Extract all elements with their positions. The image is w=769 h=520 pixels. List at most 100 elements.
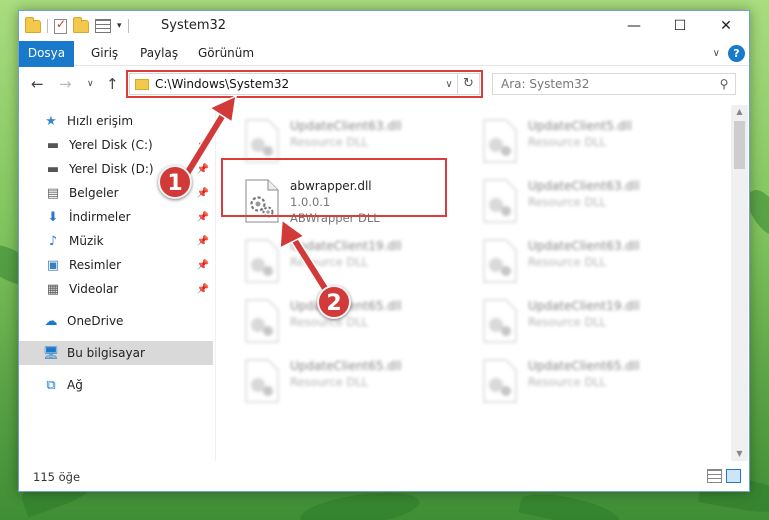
- file-item[interactable]: UpdateClient19.dll Resource DLL: [478, 295, 708, 347]
- pin-icon[interactable]: 📌: [197, 140, 209, 151]
- file-item[interactable]: UpdateClient65.dll Resource DLL: [240, 355, 470, 407]
- quick-access-toolbar: ▾: [25, 16, 129, 35]
- pin-icon[interactable]: 📌: [197, 284, 209, 295]
- sidebar-item-label: OneDrive: [67, 314, 124, 328]
- properties-icon[interactable]: [95, 19, 111, 33]
- file-item[interactable]: UpdateClient5.dll Resource DLL: [478, 115, 708, 167]
- file-item[interactable]: UpdateClient63.dll Resource DLL: [478, 235, 708, 287]
- cloud-icon: ☁: [44, 313, 58, 329]
- title-bar: ▾ System32 — ☐ ✕: [19, 11, 749, 41]
- dll-file-icon: [245, 119, 279, 163]
- pin-icon[interactable]: 📌: [197, 260, 209, 271]
- dll-file-icon: [483, 359, 517, 403]
- help-icon[interactable]: ?: [728, 45, 745, 62]
- file-name: UpdateClient63.dll: [528, 179, 640, 193]
- sidebar-item-quick-access[interactable]: ★ Hızlı erişim: [19, 109, 213, 133]
- pin-icon[interactable]: 📌: [197, 164, 209, 175]
- dll-file-icon: [483, 299, 517, 343]
- sidebar-item-pictures[interactable]: ▣ Resimler 📌: [19, 253, 213, 277]
- sidebar-item-label: Resimler: [69, 258, 122, 272]
- new-folder-icon[interactable]: [73, 16, 89, 33]
- dll-file-icon: [483, 179, 517, 223]
- scroll-down-icon[interactable]: ▼: [731, 447, 748, 461]
- tab-view[interactable]: Görünüm: [198, 41, 254, 66]
- back-arrow-icon[interactable]: ←: [31, 75, 44, 93]
- highlighted-file-box: [221, 158, 447, 217]
- file-description: Resource DLL: [528, 195, 607, 209]
- sidebar-item-label: İndirmeler: [69, 210, 131, 224]
- step-2-badge: 2: [317, 285, 351, 319]
- maximize-button[interactable]: ☐: [657, 11, 703, 41]
- minimize-button[interactable]: —: [611, 11, 657, 41]
- file-description: Resource DLL: [528, 255, 607, 269]
- sidebar-item-label: Bu bilgisayar: [67, 346, 145, 360]
- sidebar-item-label: Ağ: [67, 378, 83, 392]
- file-item[interactable]: UpdateClient65.dll Resource DLL: [240, 295, 470, 347]
- forward-arrow-icon[interactable]: →: [59, 75, 72, 93]
- file-description: Resource DLL: [290, 255, 369, 269]
- file-name: UpdateClient65.dll: [528, 359, 640, 373]
- up-arrow-icon[interactable]: ↑: [106, 75, 119, 93]
- tab-home[interactable]: Giriş: [91, 41, 118, 66]
- sidebar-item-music[interactable]: ♪ Müzik 📌: [19, 229, 213, 253]
- ribbon-tabs: Dosya Giriş Paylaş Görünüm ∨ ?: [19, 41, 749, 93]
- file-name: UpdateClient63.dll: [290, 119, 402, 133]
- pin-icon[interactable]: 📌: [197, 188, 209, 199]
- recent-locations-icon[interactable]: ∨: [87, 79, 94, 89]
- dll-file-icon: [245, 299, 279, 343]
- toolbar-divider: [127, 19, 129, 33]
- videos-icon: ▦: [46, 281, 60, 297]
- customize-toolbar-dropdown-icon[interactable]: ▾: [117, 21, 122, 31]
- close-button[interactable]: ✕: [703, 11, 749, 41]
- sidebar-item-label: Hızlı erişim: [67, 114, 134, 128]
- sidebar-item-videos[interactable]: ▦ Videolar 📌: [19, 277, 213, 301]
- sidebar-item-label: Müzik: [69, 234, 104, 248]
- item-count: 115 öğe: [33, 470, 81, 484]
- file-description: Resource DLL: [528, 135, 607, 149]
- properties-check-icon[interactable]: [54, 17, 67, 34]
- file-item[interactable]: UpdateClient19.dll Resource DLL: [240, 235, 470, 287]
- tab-share[interactable]: Paylaş: [140, 41, 178, 66]
- navigation-bar: ← → ∨ ↑ C:\Windows\System32 ∨ ↻ Ara: Sys…: [19, 67, 749, 101]
- drive-icon: ▬: [46, 137, 60, 153]
- sidebar-item-onedrive[interactable]: ☁ OneDrive: [19, 309, 213, 333]
- status-bar: 115 öğe: [19, 463, 749, 491]
- sidebar-item-this-pc[interactable]: 🖥 Bu bilgisayar: [19, 341, 213, 365]
- pane-divider[interactable]: [215, 105, 216, 461]
- navigation-pane: ★ Hızlı erişim ▬ Yerel Disk (C:) 📌 ▬ Yer…: [19, 105, 215, 461]
- large-icons-view-icon[interactable]: [726, 469, 741, 483]
- pin-icon[interactable]: 📌: [197, 212, 209, 223]
- dll-file-icon: [245, 359, 279, 403]
- file-explorer-window: ▾ System32 — ☐ ✕ Dosya Giriş Paylaş Görü…: [18, 10, 750, 492]
- search-icon[interactable]: ⚲: [713, 77, 735, 91]
- sidebar-item-label: Belgeler: [69, 186, 119, 200]
- pin-icon[interactable]: 📌: [197, 236, 209, 247]
- window-title: System32: [161, 18, 227, 33]
- scroll-up-icon[interactable]: ▲: [731, 105, 748, 119]
- file-item[interactable]: UpdateClient65.dll Resource DLL: [478, 355, 708, 407]
- file-item[interactable]: UpdateClient63.dll Resource DLL: [478, 175, 708, 227]
- sidebar-item-downloads[interactable]: ⬇ İndirmeler 📌: [19, 205, 213, 229]
- music-icon: ♪: [48, 233, 58, 249]
- drive-icon: ▬: [46, 161, 60, 177]
- file-name: UpdateClient19.dll: [290, 239, 402, 253]
- dll-file-icon: [483, 239, 517, 283]
- details-view-icon[interactable]: [707, 469, 722, 483]
- file-name: UpdateClient65.dll: [290, 359, 402, 373]
- file-description: Resource DLL: [290, 135, 369, 149]
- scrollbar-thumb[interactable]: [734, 121, 745, 169]
- dll-file-icon: [245, 239, 279, 283]
- toolbar-divider: [47, 19, 48, 33]
- sidebar-item-local-disk-c[interactable]: ▬ Yerel Disk (C:) 📌: [19, 133, 213, 157]
- network-icon: ⧉: [46, 377, 56, 393]
- search-input[interactable]: Ara: System32: [501, 77, 713, 91]
- search-box[interactable]: Ara: System32 ⚲: [492, 73, 736, 95]
- vertical-scrollbar[interactable]: ▲ ▼: [731, 105, 748, 461]
- sidebar-item-label: Yerel Disk (D:): [69, 162, 154, 176]
- file-name: UpdateClient5.dll: [528, 119, 632, 133]
- address-bar-highlight: [126, 70, 483, 98]
- expand-ribbon-icon[interactable]: ∨: [713, 48, 720, 59]
- sidebar-item-network[interactable]: ⧉ Ağ: [19, 373, 213, 397]
- folder-icon: [25, 16, 41, 33]
- dll-file-icon: [483, 119, 517, 163]
